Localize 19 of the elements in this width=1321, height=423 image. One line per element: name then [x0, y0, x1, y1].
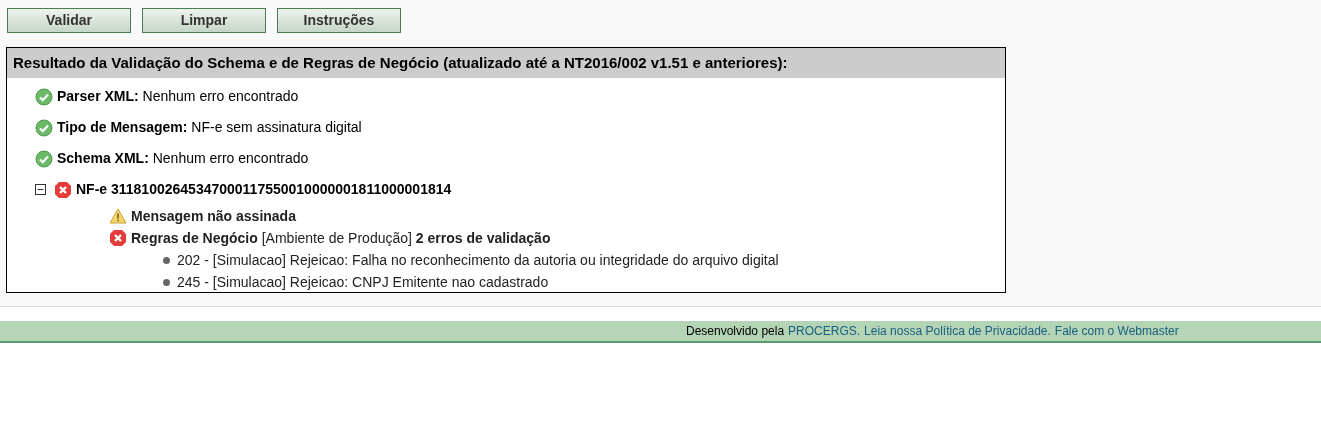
check-result: Tipo de Mensagem: NF-e sem assinatura digital [57, 118, 362, 137]
footer-link[interactable]: PROCERGS. [788, 322, 861, 340]
check-result: Parser XML: Nenhum erro encontrado [57, 87, 299, 106]
error-message: 245 - [Simulacao] Rejeicao: CNPJ Emitente nao cadastrado [177, 272, 549, 292]
footer-link[interactable]: Leia nossa Política de Privacidade. [864, 322, 1051, 340]
footer-link[interactable]: Fale com o Webmaster [1054, 322, 1179, 340]
panel-title: Resultado da Validação do Schema e de Regras de Negócio (atualizado até a NT2016/002 v1.51 e anteriores): [13, 52, 788, 73]
error-message: 202 - [Simulacao] Rejeicao: Falha no reconhecimento da autoria ou integridade do arquivo digital [177, 250, 779, 270]
bullet-icon [163, 278, 170, 286]
bullet-icon [163, 256, 170, 264]
form-button[interactable]: Validar [7, 8, 131, 33]
footer-text: Desenvolvido pela [686, 323, 785, 340]
form-button[interactable]: Limpar [142, 8, 266, 33]
nfe-key: NF-e 31181002645347000117550010000001811000001814 [76, 179, 452, 200]
check-result: Schema XML: Nenhum erro encontrado [57, 149, 309, 168]
form-button[interactable]: Instruções [277, 8, 401, 33]
validation-message: Regras de Negócio [Ambiente de Produção] 2 erros de validação [131, 228, 551, 248]
validation-message: Mensagem não assinada [131, 206, 296, 226]
collapse-icon[interactable] [35, 184, 46, 195]
